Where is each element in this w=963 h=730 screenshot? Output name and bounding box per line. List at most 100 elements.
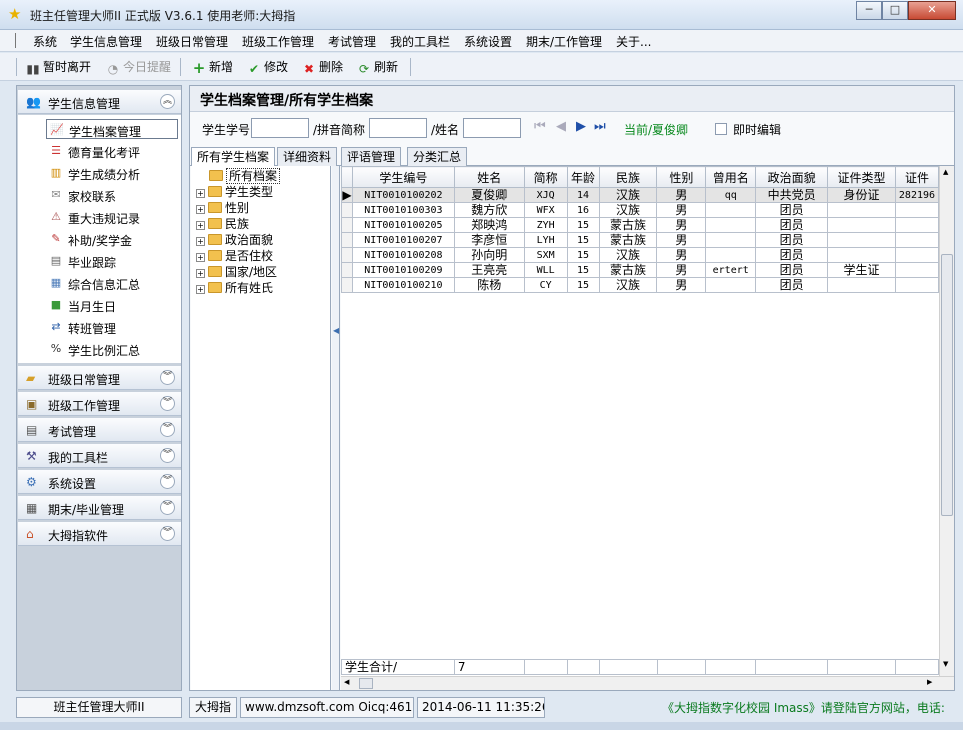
table-cell[interactable]: 汉族 [598, 202, 658, 218]
table-cell[interactable]: 团员 [755, 247, 829, 263]
table-cell[interactable]: 15 [566, 262, 600, 278]
table-cell[interactable]: 团员 [755, 262, 829, 278]
maximize-button[interactable]: □ [882, 1, 908, 20]
close-button[interactable]: ✕ [908, 1, 956, 20]
table-cell[interactable]: 蒙古族 [598, 262, 658, 278]
column-header[interactable]: 姓名 [453, 166, 525, 188]
table-cell[interactable]: XJQ [523, 187, 568, 203]
sidebar-item-student-archive[interactable]: 📈 学生档案管理 [46, 119, 178, 139]
table-cell[interactable]: 团员 [755, 277, 829, 293]
table-row[interactable]: NIT0010100205 郑映鸿 ZYH 15 蒙古族 男 团员 [341, 217, 939, 233]
prev-record-icon[interactable]: ◀ [556, 119, 566, 135]
tree-node[interactable]: + 性别 [196, 200, 249, 216]
delete-button[interactable]: ✖ 删除 [302, 58, 343, 76]
table-cell[interactable]: 孙向明 [453, 247, 525, 263]
table-cell[interactable]: LYH [523, 232, 568, 248]
table-cell[interactable]: 蒙古族 [598, 232, 658, 248]
menu-student-info[interactable]: 学生信息管理 [70, 33, 142, 50]
tree-node[interactable]: + 国家/地区 [196, 264, 277, 280]
table-cell[interactable] [827, 202, 896, 218]
table-cell[interactable]: 团员 [755, 232, 829, 248]
table-cell[interactable]: 蒙古族 [598, 217, 658, 233]
column-header[interactable]: 简称 [523, 166, 568, 188]
sidebar-item-home-school[interactable]: ✉ 家校联系 [46, 185, 178, 205]
chevron-down-icon[interactable]: ︾ [160, 500, 175, 515]
column-header[interactable]: 证件类型 [827, 166, 896, 188]
table-cell[interactable]: NIT0010100205 [351, 217, 455, 233]
expand-icon[interactable]: + [196, 221, 205, 230]
tree-node[interactable]: + 是否住校 [196, 248, 273, 264]
table-cell[interactable]: WFX [523, 202, 568, 218]
table-cell[interactable]: CY [523, 277, 568, 293]
tab-details[interactable]: 详细资料 [277, 147, 338, 166]
column-header[interactable]: 年龄 [566, 166, 600, 188]
chevron-down-icon[interactable]: ︾ [160, 448, 175, 463]
scroll-left-icon[interactable]: ◀ [344, 678, 349, 686]
table-cell[interactable] [894, 202, 939, 218]
sidebar-group-my-tools[interactable]: ⚒ 我的工具栏 ︾ [18, 444, 181, 468]
chevron-down-icon[interactable]: ︾ [160, 370, 175, 385]
tree-node-root[interactable]: 所有档案 [209, 168, 281, 184]
table-cell[interactable]: NIT0010100208 [351, 247, 455, 263]
table-cell[interactable]: NIT0010100210 [351, 277, 455, 293]
column-header[interactable]: 学生编号 [351, 166, 455, 188]
table-row[interactable]: ▶ NIT0010100202 夏俊卿 XJQ 14 汉族 男 qq 中共党员 … [341, 187, 939, 203]
chevron-down-icon[interactable]: ︾ [160, 422, 175, 437]
sidebar-group-class-daily[interactable]: ▰ 班级日常管理 ︾ [18, 366, 181, 390]
table-cell[interactable]: 学生证 [827, 262, 896, 278]
edit-button[interactable]: ✔ 修改 [247, 58, 288, 76]
sidebar-item-scholarship[interactable]: ✎ 补助/奖学金 [46, 229, 178, 249]
sidebar-group-settings[interactable]: ⚙ 系统设置 ︾ [18, 470, 181, 494]
sidebar-item-violations[interactable]: ⚠ 重大违规记录 [46, 207, 178, 227]
refresh-button[interactable]: ⟳ 刷新 [357, 58, 398, 76]
table-cell[interactable] [705, 232, 757, 248]
sidebar-group-software[interactable]: ⌂ 大拇指软件 ︾ [18, 522, 181, 546]
table-cell[interactable] [894, 262, 939, 278]
table-cell[interactable]: NIT0010100209 [351, 262, 455, 278]
table-cell[interactable]: 陈杨 [453, 277, 525, 293]
column-header[interactable]: 政治面貌 [755, 166, 829, 188]
pinyin-input[interactable] [369, 118, 427, 138]
table-cell[interactable] [827, 277, 896, 293]
table-cell[interactable] [705, 202, 757, 218]
horizontal-scroll-thumb[interactable] [359, 678, 373, 689]
table-cell[interactable]: WLL [523, 262, 568, 278]
tree-node[interactable]: + 学生类型 [196, 184, 273, 200]
table-cell[interactable]: 男 [656, 277, 707, 293]
sidebar-item-moral-eval[interactable]: ☰ 德育量化考评 [46, 141, 178, 161]
column-header[interactable]: 性别 [656, 166, 707, 188]
table-row[interactable]: NIT0010100210 陈杨 CY 15 汉族 男 团员 [341, 277, 939, 293]
sidebar-group-student-info[interactable]: 👥 学生信息管理 ︽ [18, 90, 181, 114]
table-cell[interactable]: 男 [656, 247, 707, 263]
table-cell[interactable]: SXM [523, 247, 568, 263]
table-cell[interactable] [894, 232, 939, 248]
table-cell[interactable]: 15 [566, 277, 600, 293]
tab-comments[interactable]: 评语管理 [341, 147, 402, 166]
instant-edit-checkbox[interactable] [715, 123, 727, 135]
table-cell[interactable]: 中共党员 [755, 187, 829, 203]
tab-category-summary[interactable]: 分类汇总 [407, 147, 468, 166]
table-cell[interactable]: 郑映鸿 [453, 217, 525, 233]
table-cell[interactable]: 男 [656, 217, 707, 233]
vertical-scroll-thumb[interactable] [941, 254, 953, 516]
sidebar-group-class-work[interactable]: ▣ 班级工作管理 ︾ [18, 392, 181, 416]
table-cell[interactable]: 15 [566, 232, 600, 248]
table-cell[interactable]: 汉族 [598, 277, 658, 293]
student-no-input[interactable] [251, 118, 309, 138]
table-cell[interactable]: ZYH [523, 217, 568, 233]
table-cell[interactable]: 魏方欣 [453, 202, 525, 218]
table-cell[interactable]: 王亮亮 [453, 262, 525, 278]
add-button[interactable]: + 新增 [192, 58, 233, 76]
column-header[interactable]: 证件 [894, 166, 939, 188]
splitter[interactable]: ◀ [332, 166, 340, 690]
table-cell[interactable]: 282196 [894, 187, 939, 203]
table-cell[interactable] [705, 247, 757, 263]
sidebar-item-birthday[interactable]: ■ 当月生日 [46, 295, 178, 315]
table-cell[interactable]: 汉族 [598, 247, 658, 263]
today-remind-button[interactable]: ◔ 今日提醒 [106, 58, 171, 76]
table-row[interactable]: NIT0010100303 魏方欣 WFX 16 汉族 男 团员 [341, 202, 939, 218]
table-cell[interactable] [827, 247, 896, 263]
chevron-down-icon[interactable]: ︾ [160, 526, 175, 541]
table-cell[interactable] [827, 232, 896, 248]
expand-icon[interactable]: + [196, 253, 205, 262]
